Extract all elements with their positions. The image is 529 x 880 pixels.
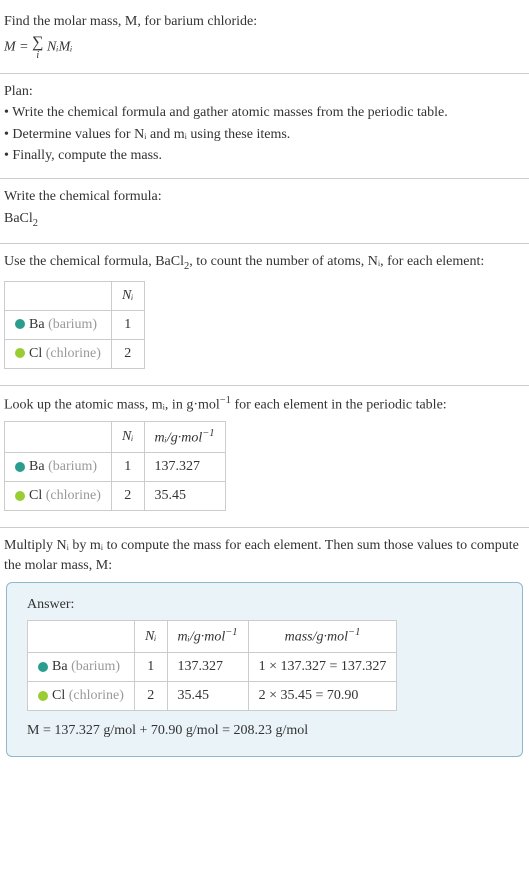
chemical-formula: BaCl2 bbox=[4, 209, 525, 231]
answer-result: M = 137.327 g/mol + 70.90 g/mol = 208.23… bbox=[27, 721, 502, 741]
atomic-mass-section: Look up the atomic mass, mᵢ, in g·mol−1 … bbox=[0, 386, 529, 529]
header-n: Nᵢ bbox=[134, 621, 167, 653]
intro-line: Find the molar mass, M, for barium chlor… bbox=[4, 12, 525, 32]
element-name: (chlorine) bbox=[69, 688, 124, 703]
write-formula-title: Write the chemical formula: bbox=[4, 187, 525, 207]
atomic-mass-table: Nᵢ mᵢ/g·mol−1 Ba (barium) 1 137.327 Cl (… bbox=[4, 421, 226, 512]
header-m: mᵢ/g·mol−1 bbox=[167, 621, 248, 653]
element-name: (barium) bbox=[71, 659, 120, 674]
count-post: , to count the number of atoms, Nᵢ, for … bbox=[189, 254, 484, 269]
element-name: (barium) bbox=[48, 317, 97, 332]
element-dot-icon bbox=[15, 319, 25, 329]
formula-rhs: NᵢMᵢ bbox=[44, 39, 73, 54]
element-symbol: Cl bbox=[29, 488, 42, 503]
intro-section: Find the molar mass, M, for barium chlor… bbox=[0, 4, 529, 74]
element-cell: Cl (chlorine) bbox=[5, 482, 112, 511]
answer-table: Nᵢ mᵢ/g·mol−1 mass/g·mol−1 Ba (barium) 1… bbox=[27, 620, 397, 711]
element-symbol: Ba bbox=[29, 459, 45, 474]
table-row: Cl (chlorine) 2 35.45 bbox=[5, 482, 226, 511]
header-n: Nᵢ bbox=[111, 281, 144, 310]
formula-sub: 2 bbox=[33, 217, 38, 228]
n-value: 1 bbox=[134, 652, 167, 681]
m-value: 35.45 bbox=[144, 482, 225, 511]
element-name: (chlorine) bbox=[46, 488, 101, 503]
n-value: 1 bbox=[111, 453, 144, 482]
n-value: 1 bbox=[111, 310, 144, 339]
element-dot-icon bbox=[15, 462, 25, 472]
element-cell: Cl (chlorine) bbox=[28, 681, 135, 710]
count-pre: Use the chemical formula, BaCl bbox=[4, 254, 184, 269]
table-header-row: Nᵢ bbox=[5, 281, 145, 310]
sigma-symbol: ∑ bbox=[32, 34, 43, 51]
formula-main: BaCl bbox=[4, 211, 33, 226]
m-value: 137.327 bbox=[144, 453, 225, 482]
table-header-row: Nᵢ mᵢ/g·mol−1 bbox=[5, 421, 226, 453]
header-n: Nᵢ bbox=[111, 421, 144, 453]
element-symbol: Ba bbox=[52, 659, 68, 674]
plan-bullet-2: • Determine values for Nᵢ and mᵢ using t… bbox=[4, 125, 525, 145]
table-row: Cl (chlorine) 2 bbox=[5, 339, 145, 368]
sigma-sub: i bbox=[32, 50, 43, 61]
plan-bullet-3: • Finally, compute the mass. bbox=[4, 146, 525, 166]
table-row: Ba (barium) 1 bbox=[5, 310, 145, 339]
atomic-mass-text: Look up the atomic mass, mᵢ, in g·mol−1 … bbox=[4, 394, 525, 415]
am-post: for each element in the periodic table: bbox=[231, 397, 447, 412]
formula-lhs: M = bbox=[4, 39, 32, 54]
element-symbol: Cl bbox=[52, 688, 65, 703]
header-m: mᵢ/g·mol−1 bbox=[144, 421, 225, 453]
table-row: Cl (chlorine) 2 35.45 2 × 35.45 = 70.90 bbox=[28, 681, 397, 710]
table-row: Ba (barium) 1 137.327 1 × 137.327 = 137.… bbox=[28, 652, 397, 681]
count-atoms-text: Use the chemical formula, BaCl2, to coun… bbox=[4, 252, 525, 274]
count-atoms-section: Use the chemical formula, BaCl 2 , to coun… bbox=[0, 244, 529, 385]
table-header-row: Nᵢ mᵢ/g·mol−1 mass/g·mol−1 bbox=[28, 621, 397, 653]
mass-value: 1 × 137.327 = 137.327 bbox=[248, 652, 397, 681]
n-value: 2 bbox=[111, 339, 144, 368]
element-name: (chlorine) bbox=[46, 346, 101, 361]
header-mass: mass/g·mol−1 bbox=[248, 621, 397, 653]
element-cell: Ba (barium) bbox=[28, 652, 135, 681]
plan-title: Plan: bbox=[4, 82, 525, 102]
am-pre: Look up the atomic mass, mᵢ, in g·mol bbox=[4, 397, 220, 412]
element-cell: Cl (chlorine) bbox=[5, 339, 112, 368]
sigma-wrap: ∑i bbox=[32, 34, 43, 61]
answer-box: Answer: Nᵢ mᵢ/g·mol−1 mass/g·mol−1 Ba (b… bbox=[6, 582, 523, 758]
count-table: Nᵢ Ba (barium) 1 Cl (chlorine) 2 bbox=[4, 281, 145, 369]
element-cell: Ba (barium) bbox=[5, 453, 112, 482]
element-name: (barium) bbox=[48, 459, 97, 474]
m-value: 35.45 bbox=[167, 681, 248, 710]
multiply-text: Multiply Nᵢ by mᵢ to compute the mass fo… bbox=[4, 536, 525, 575]
element-dot-icon bbox=[38, 662, 48, 672]
element-symbol: Cl bbox=[29, 346, 42, 361]
element-dot-icon bbox=[15, 348, 25, 358]
molar-mass-formula: M = ∑i NᵢMᵢ bbox=[4, 34, 525, 61]
header-empty bbox=[28, 621, 135, 653]
plan-section: Plan: • Write the chemical formula and g… bbox=[0, 74, 529, 179]
header-empty bbox=[5, 421, 112, 453]
table-row: Ba (barium) 1 137.327 bbox=[5, 453, 226, 482]
element-dot-icon bbox=[15, 491, 25, 501]
element-symbol: Ba bbox=[29, 317, 45, 332]
n-value: 2 bbox=[111, 482, 144, 511]
write-formula-section: Write the chemical formula: BaCl2 bbox=[0, 179, 529, 244]
am-sup: −1 bbox=[220, 395, 231, 406]
header-empty bbox=[5, 281, 112, 310]
n-value: 2 bbox=[134, 681, 167, 710]
mass-value: 2 × 35.45 = 70.90 bbox=[248, 681, 397, 710]
multiply-section: Multiply Nᵢ by mᵢ to compute the mass fo… bbox=[0, 528, 529, 769]
element-cell: Ba (barium) bbox=[5, 310, 112, 339]
m-value: 137.327 bbox=[167, 652, 248, 681]
plan-bullet-1: • Write the chemical formula and gather … bbox=[4, 103, 525, 123]
answer-label: Answer: bbox=[27, 595, 502, 615]
element-dot-icon bbox=[38, 691, 48, 701]
